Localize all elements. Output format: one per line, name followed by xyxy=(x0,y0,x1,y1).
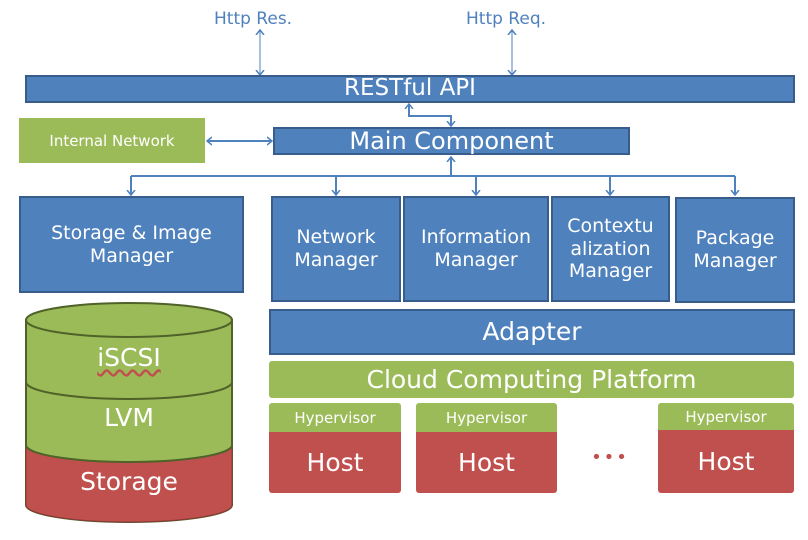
information-manager-box: Information Manager xyxy=(403,196,549,302)
host-box: Host xyxy=(269,432,401,493)
hypervisor-label: Hypervisor xyxy=(416,403,557,433)
host-box: Host xyxy=(416,432,557,493)
http-res-label: Http Res. xyxy=(214,9,293,29)
storage-layer-storage: Storage xyxy=(80,467,178,496)
ellipsis-more-hosts: ••• xyxy=(591,447,629,469)
cloud-computing-platform-layer: Cloud Computing Platform xyxy=(269,361,794,398)
host-box: Host xyxy=(658,430,794,493)
network-manager-box: Network Manager xyxy=(271,196,401,302)
package-manager-box: Package Manager xyxy=(675,197,795,303)
api-main-arrow xyxy=(409,104,451,126)
contextualization-manager-box: Contextu alization Manager xyxy=(551,196,670,302)
storage-layer-iscsi: iSCSI xyxy=(26,338,232,378)
storage-layer-lvm: LVM xyxy=(104,403,154,432)
main-component-box: Main Component xyxy=(273,127,630,155)
storage-image-manager-box: Storage & Image Manager xyxy=(19,196,244,293)
internal-network-box: Internal Network xyxy=(19,118,205,163)
hypervisor-label: Hypervisor xyxy=(269,403,401,433)
hypervisor-label: Hypervisor xyxy=(658,403,794,431)
http-req-label: Http Req. xyxy=(466,9,547,29)
restful-api-layer: RESTful API xyxy=(25,75,795,103)
iscsi-label: iSCSI xyxy=(97,343,161,372)
adapter-layer: Adapter xyxy=(269,309,795,355)
